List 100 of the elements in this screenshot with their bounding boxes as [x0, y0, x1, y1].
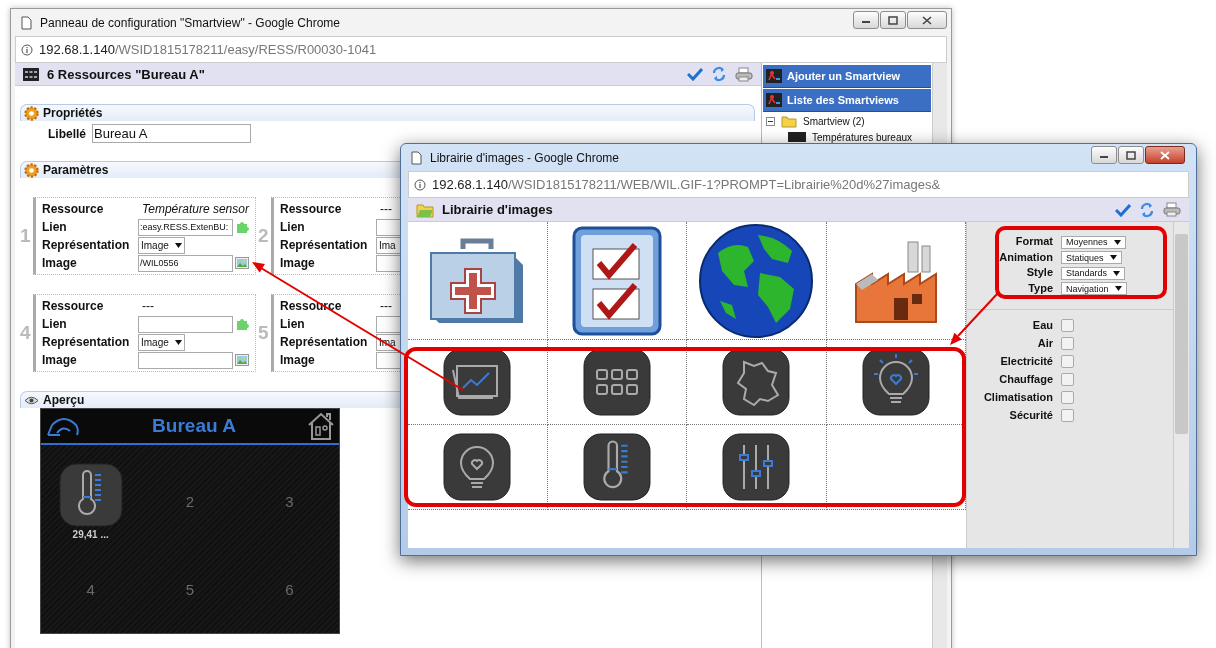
caret-icon [1109, 255, 1117, 260]
globe-icon[interactable] [698, 222, 815, 339]
minimize-button[interactable] [1091, 146, 1117, 164]
dropdown[interactable]: Ima [376, 236, 400, 254]
folder-icon [781, 114, 797, 128]
input-field[interactable] [138, 351, 233, 369]
check-icon[interactable] [687, 67, 703, 81]
info-icon [414, 178, 426, 191]
slot-number: 2 [185, 492, 195, 510]
field-label: Ressource [42, 202, 105, 216]
input-field[interactable]: Bureau A [92, 124, 251, 143]
gear-icon [24, 162, 39, 178]
checkbox-label: Electricité [999, 355, 1054, 367]
tile-value: 29,41 ... [72, 528, 109, 540]
refresh-icon[interactable] [1139, 201, 1155, 218]
slot-number: 4 [86, 580, 95, 598]
close-button[interactable] [1145, 146, 1185, 164]
printer-icon[interactable] [1163, 202, 1181, 217]
lightbulb-icon[interactable] [443, 433, 512, 501]
page-icon [411, 150, 422, 165]
section-title: Propriétés [43, 106, 103, 120]
field-label: Image [42, 256, 78, 270]
section-title: Aperçu [43, 393, 85, 407]
map-icon[interactable] [722, 348, 791, 416]
resource-name: --- [379, 202, 393, 216]
dropdown[interactable]: Standards [1061, 266, 1126, 280]
image-picker-button[interactable] [235, 257, 249, 269]
info-icon [21, 43, 33, 56]
close-button[interactable] [907, 11, 947, 29]
field-label: Lien [280, 317, 306, 331]
checkbox[interactable] [1061, 336, 1074, 350]
dropdown[interactable]: Moyennes [1061, 235, 1126, 249]
dropdown[interactable]: Navigation [1061, 282, 1127, 295]
filter-label: Format [1014, 235, 1054, 248]
caret-icon [174, 339, 182, 345]
input-field[interactable]: :easy.RESS.ExtenBU: [138, 218, 233, 236]
page-icon [21, 15, 32, 30]
checkbox[interactable] [1061, 372, 1074, 386]
scrollbar[interactable] [1173, 222, 1189, 548]
caret-icon [1114, 286, 1122, 291]
maximize-button[interactable] [1118, 146, 1144, 164]
checkbox[interactable] [1061, 390, 1074, 404]
slot-number: 5 [258, 322, 270, 344]
sidebar-button[interactable]: Ajouter un Smartview [763, 65, 931, 88]
field-label: Représentation [42, 238, 131, 252]
page-title: 6 Ressources "Bureau A" [47, 66, 206, 82]
resource-name: --- [379, 299, 393, 313]
section-title: Paramètres [43, 163, 109, 177]
thermometer-icon[interactable] [582, 433, 651, 501]
tree-item[interactable]: Smartview (2) [803, 115, 865, 127]
dropdown[interactable]: Image [138, 333, 185, 351]
screen-icon [766, 69, 782, 83]
checkbox[interactable] [1061, 408, 1074, 422]
maximize-icon [888, 15, 898, 25]
slot-number: 2 [258, 225, 270, 247]
resource-name: Température sensor [141, 202, 249, 216]
maximize-button[interactable] [880, 11, 906, 29]
screen-title: Bureau A [152, 415, 236, 437]
field-label: Image [280, 353, 316, 367]
arrow [950, 292, 999, 345]
tree-item[interactable]: Températures bureaux [812, 131, 913, 143]
chart-screen-icon[interactable] [443, 348, 512, 416]
field-label: Image [280, 256, 316, 270]
home-icon [307, 411, 335, 441]
image-picker-button[interactable] [235, 354, 249, 366]
checklist-icon[interactable] [570, 224, 663, 337]
field-label: Lien [42, 220, 68, 234]
url-text: 192.68.1.140/WSID1815178211/WEB/WIL.GIF-1?PROMPT=Librairie%20d%27images& [432, 177, 941, 192]
slot-number: 3 [285, 492, 294, 510]
screen-icon [766, 93, 782, 107]
checkbox-label: Sécurité [1008, 409, 1054, 421]
dropdown[interactable]: Statiques [1061, 251, 1122, 264]
collapse-icon[interactable] [766, 116, 775, 126]
thermometer-tile-icon[interactable] [58, 462, 123, 527]
slot-number: 1 [20, 225, 32, 247]
refresh-icon[interactable] [711, 66, 727, 82]
checkbox[interactable] [1061, 318, 1074, 332]
gear-icon [24, 105, 39, 121]
sidebar-button[interactable]: Liste des Smartviews [763, 89, 931, 112]
checkbox-label: Air [1036, 337, 1054, 349]
slot-number: 6 [285, 580, 294, 598]
printer-icon[interactable] [735, 66, 753, 82]
minimize-button[interactable] [853, 11, 879, 29]
checkbox[interactable] [1061, 354, 1074, 368]
field-label: Représentation [280, 238, 369, 252]
slot-number: 5 [185, 580, 195, 598]
address-bar[interactable]: 192.68.1.140/WSID1815178211/WEB/WIL.GIF-1?PROMPT=Librairie%20d%27images& [408, 171, 1189, 198]
input-field[interactable] [138, 315, 233, 333]
window-title: Panneau de configuration "Smartview" - Google Chrome [40, 15, 341, 30]
lightbulb-icon[interactable] [861, 348, 930, 416]
field-label: Image [42, 353, 78, 367]
dropdown[interactable]: Image [138, 236, 185, 254]
field-label: Représentation [280, 335, 369, 349]
input-field[interactable]: /WIL0556 [138, 254, 233, 272]
check-icon[interactable] [1115, 202, 1131, 217]
address-bar[interactable]: 192.68.1.140/WSID1815178211/easy/RESS/R00030-1041 [15, 36, 947, 63]
filter-label: Style [1025, 266, 1054, 279]
field-label: Ressource [42, 299, 105, 313]
sliders-icon[interactable] [722, 433, 791, 501]
window-title: Librairie d'images - Google Chrome [430, 150, 621, 165]
